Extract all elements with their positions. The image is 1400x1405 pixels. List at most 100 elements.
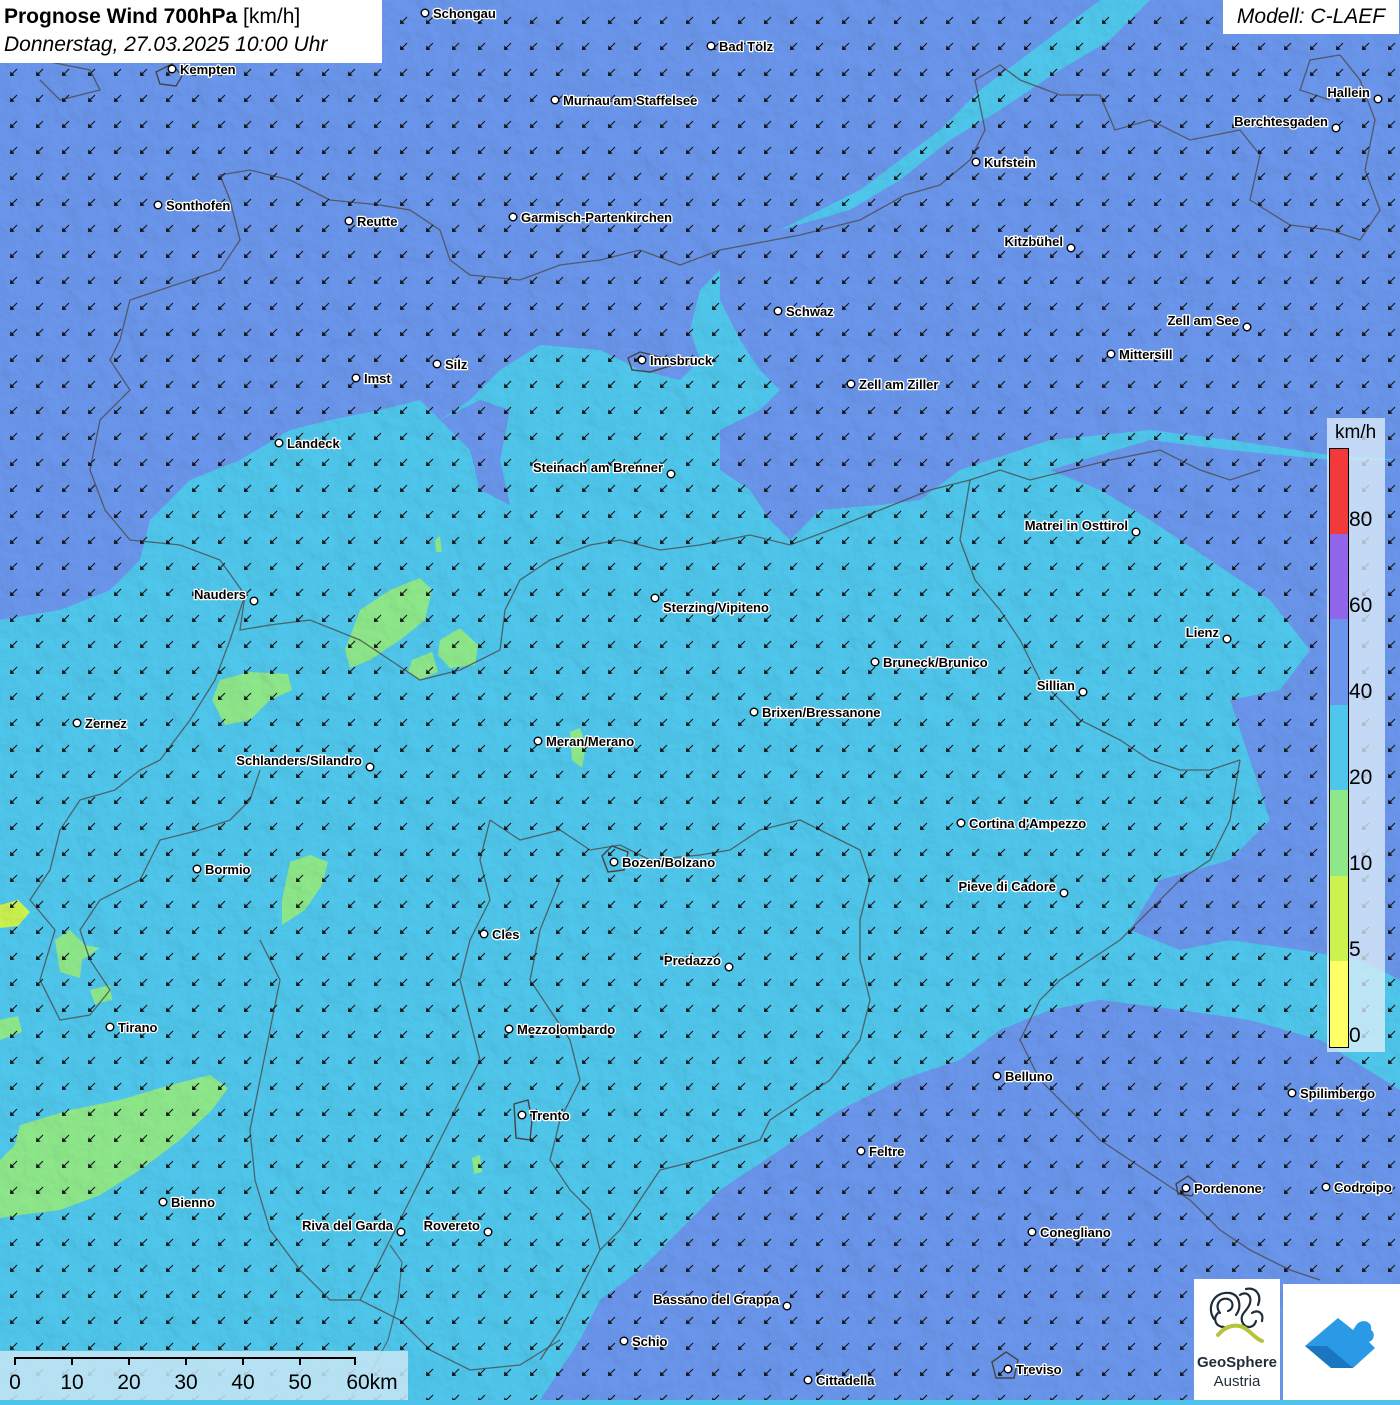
scale-tick [299,1357,301,1365]
city-label: Belluno [1005,1069,1053,1084]
city-label: Zell am Ziller [859,377,938,392]
city-dot-icon [1059,888,1069,898]
city-label: Riva del Garda [302,1218,394,1233]
city-marker[interactable]: Conegliano [1027,1224,1112,1241]
city-marker[interactable]: Bozen/Bolzano [609,854,717,871]
city-label: Kempten [180,62,236,77]
city-marker[interactable]: Sonthofen [153,197,232,214]
city-label: Kufstein [984,155,1036,170]
city-label: Feltre [869,1144,904,1159]
city-label: Schlanders/Silandro [236,753,362,768]
city-dot-icon [105,1022,115,1032]
city-dot-icon [420,8,430,18]
city-label: Cles [492,927,519,942]
city-dot-icon [846,379,856,389]
city-marker[interactable]: Zell am Ziller [846,376,940,393]
city-marker[interactable]: Bruneck/Brunico [870,654,989,671]
partner-logo[interactable] [1283,1284,1400,1400]
city-marker[interactable]: Brixen/Bressanone [749,704,882,721]
city-label: Spilimbergo [1300,1086,1375,1101]
city-label: Schio [632,1334,667,1349]
map-title: Prognose Wind 700hPa [km/h] [4,3,378,31]
city-label: Cortina d'Ampezzo [969,816,1086,831]
city-marker[interactable]: Pordenone [1181,1180,1263,1197]
city-label: Schwaz [786,304,834,319]
scale-label: 30 [174,1371,198,1394]
city-dot-icon [1131,527,1141,537]
city-label: Kitzbühel [1005,234,1064,249]
city-dot-icon [249,596,259,606]
city-dot-icon [432,359,442,369]
legend-tick-60: 60 [1349,594,1373,617]
city-dot-icon [365,762,375,772]
city-label: Sonthofen [166,198,230,213]
city-dot-icon [1106,349,1116,359]
city-marker[interactable]: Meran/Merano [533,733,635,750]
city-dot-icon [749,707,759,717]
city-label: Matrei in Osttirol [1025,518,1128,533]
city-dot-icon [479,929,489,939]
title-main: Prognose Wind 700hPa [4,5,238,28]
cloud-mountain-icon [1305,1318,1375,1368]
legend-unit: km/h [1335,422,1377,443]
legend-tick-40: 40 [1349,680,1373,703]
legend-segment-5-10 [1330,876,1348,961]
city-dot-icon [650,593,660,603]
city-dot-icon [637,355,647,365]
city-marker[interactable]: Schongau [420,5,497,22]
city-dot-icon [167,64,177,74]
city-dot-icon [72,718,82,728]
city-label: Murnau am Staffelsee [563,93,697,108]
legend-segment-0-5 [1330,961,1348,1047]
city-label: Pieve di Cadore [958,879,1056,894]
city-dot-icon [483,1227,493,1237]
city-dot-icon [870,657,880,667]
city-marker[interactable]: Garmisch-Partenkirchen [508,209,673,226]
city-label: Cittadella [816,1373,875,1388]
city-dot-icon [724,962,734,972]
city-label: Bassano del Grappa [653,1292,779,1307]
city-label: Schongau [433,6,496,21]
city-label: Reutte [357,214,397,229]
city-dot-icon [153,200,163,210]
wind-map[interactable]: Schongau Bad Tölz Kempten Murnau am Staffel… [0,0,1400,1400]
city-label: Mezzolombardo [517,1022,615,1037]
city-label: Rovereto [424,1218,480,1233]
city-label: Landeck [287,436,341,451]
city-marker[interactable]: Mezzolombardo [504,1021,617,1038]
city-marker[interactable]: Spilimbergo [1287,1085,1376,1102]
scale-label: 60km [346,1371,398,1394]
city-dot-icon [1181,1183,1191,1193]
city-dot-icon [1287,1088,1297,1098]
forecast-datetime: Donnerstag, 27.03.2025 10:00 Uhr [4,33,328,56]
city-label: Bienno [171,1195,215,1210]
city-dot-icon [1242,322,1252,332]
city-dot-icon [856,1146,866,1156]
city-dot-icon [1003,1364,1013,1374]
scale-label: 40 [231,1371,255,1394]
scale-label: 20 [117,1371,141,1394]
city-label: Mittersill [1119,347,1172,362]
geosphere-logo[interactable]: GeoSphere Austria [1194,1279,1280,1400]
legend-tick-20: 20 [1349,766,1373,789]
model-label: Modell: C-LAEF [1223,0,1399,34]
city-label: Berchtesgaden [1234,114,1328,129]
city-label: Garmisch-Partenkirchen [521,210,672,225]
color-legend: km/h 0 5 10 20 40 60 80 [1327,418,1385,1052]
geosphere-subname: Austria [1213,1373,1261,1390]
city-dot-icon [158,1197,168,1207]
city-label: Treviso [1016,1362,1062,1377]
legend-segment-10-20 [1330,790,1348,876]
city-marker[interactable]: Cortina d'Ampezzo [956,815,1088,832]
city-dot-icon [1078,687,1088,697]
city-dot-icon [274,438,284,448]
city-dot-icon [504,1024,514,1034]
legend-segment-40-60 [1330,619,1348,705]
city-marker[interactable]: Innsbruck [637,352,714,369]
city-dot-icon [773,306,783,316]
city-label: Nauders [194,587,246,602]
city-label: Meran/Merano [546,734,634,749]
city-dot-icon [1331,123,1341,133]
city-marker[interactable]: Murnau am Staffelsee [550,92,699,109]
city-label: Bruneck/Brunico [883,655,988,670]
